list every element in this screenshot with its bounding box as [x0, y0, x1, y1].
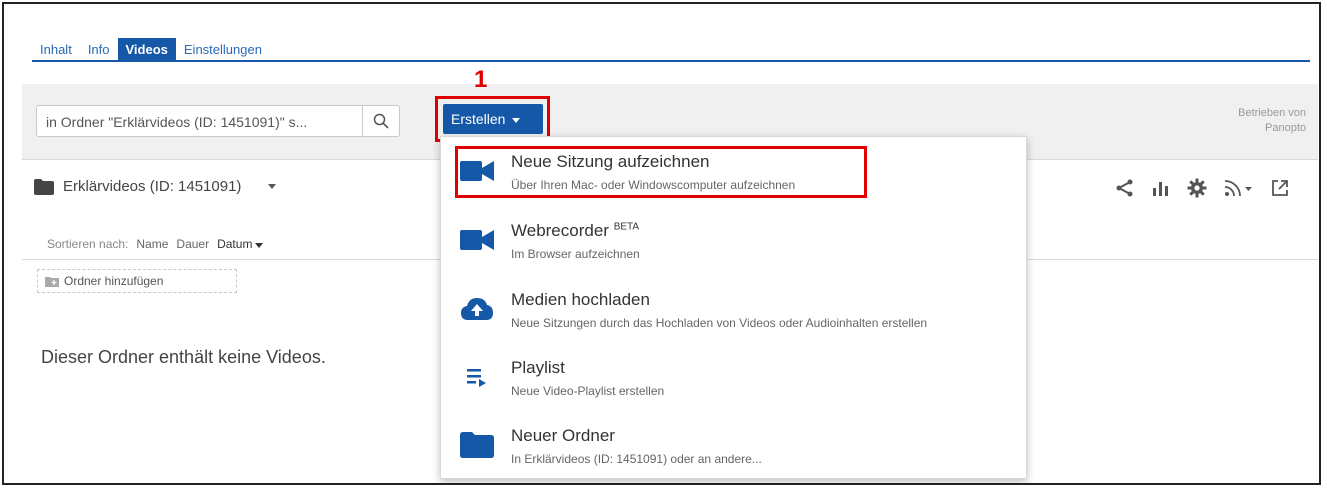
create-button[interactable]: Erstellen — [443, 104, 543, 134]
menu-item-title: Medien hochladen — [511, 290, 650, 309]
rss-icon[interactable] — [1224, 179, 1254, 197]
annotation-box-2 — [455, 146, 867, 198]
panopto-window: Inhalt Info Videos Einstellungen in Ordn… — [2, 2, 1321, 485]
annotation-number-1: 1 — [474, 66, 488, 93]
menu-item-webrecorder[interactable]: Webrecorder BETA Im Browser aufzeichnen — [441, 206, 1026, 272]
chevron-down-icon — [512, 117, 521, 123]
empty-message: Dieser Ordner enthält keine Videos. — [41, 347, 326, 367]
search-button[interactable] — [362, 106, 399, 136]
menu-item-subtitle: Neue Video-Playlist erstellen — [511, 384, 665, 398]
stats-icon[interactable] — [1152, 179, 1170, 197]
sort-desc-icon — [255, 243, 264, 248]
folder-actions — [1115, 178, 1289, 198]
menu-item-title: Webrecorder BETA — [511, 221, 639, 241]
chevron-down-icon — [268, 184, 277, 189]
tab-einstellungen[interactable]: Einstellungen — [176, 38, 270, 62]
tab-info[interactable]: Info — [80, 38, 118, 62]
sort-by-duration[interactable]: Dauer — [176, 237, 209, 251]
search-input[interactable]: in Ordner "Erklärvideos (ID: 1451091)" s… — [36, 105, 400, 137]
webrecorder-title: Webrecorder — [511, 221, 609, 240]
add-folder-icon — [45, 276, 59, 287]
search-input-value: in Ordner "Erklärvideos (ID: 1451091)" s… — [46, 114, 308, 130]
cloud-upload-icon — [459, 295, 495, 323]
folder-name: Erklärvideos (ID: 1451091) — [63, 178, 242, 195]
powered-by-line1: Betrieben von — [1238, 107, 1306, 119]
menu-item-upload-media[interactable]: Medien hochladen Neue Sitzungen durch da… — [441, 275, 1026, 341]
powered-by: Betrieben von Panopto — [1238, 106, 1306, 136]
tab-videos[interactable]: Videos — [117, 38, 176, 62]
folder-selector[interactable]: Erklärvideos (ID: 1451091) — [34, 178, 277, 195]
tab-underline — [32, 60, 1310, 62]
menu-item-subtitle: Im Browser aufzeichnen — [511, 247, 640, 261]
gear-icon[interactable] — [1187, 178, 1207, 198]
menu-item-new-folder[interactable]: Neuer Ordner In Erklärvideos (ID: 145109… — [441, 411, 1026, 477]
share-icon[interactable] — [1115, 178, 1135, 198]
sort-by-name[interactable]: Name — [136, 237, 168, 251]
tab-inhalt[interactable]: Inhalt — [32, 38, 80, 62]
sort-label: Sortieren nach: — [47, 237, 129, 251]
sort-by-date[interactable]: Datum — [217, 237, 264, 251]
menu-item-subtitle: Neue Sitzungen durch das Hochladen von V… — [511, 316, 928, 330]
sort-by-date-label: Datum — [217, 237, 253, 251]
folder-icon — [34, 178, 54, 195]
tab-bar: Inhalt Info Videos Einstellungen — [32, 38, 270, 62]
menu-item-subtitle: In Erklärvideos (ID: 1451091) oder an an… — [511, 452, 762, 466]
beta-badge: BETA — [613, 221, 640, 233]
menu-item-title: Playlist — [511, 358, 565, 377]
powered-by-line2: Panopto — [1265, 122, 1306, 134]
external-link-icon[interactable] — [1271, 179, 1289, 197]
playlist-icon — [459, 363, 495, 391]
folder-icon — [459, 431, 495, 459]
add-folder-label: Ordner hinzufügen — [64, 274, 164, 288]
add-folder-button[interactable]: Ordner hinzufügen — [37, 269, 237, 293]
search-icon — [373, 113, 389, 129]
video-camera-icon — [459, 226, 495, 254]
menu-item-title: Neuer Ordner — [511, 426, 615, 445]
menu-item-playlist[interactable]: Playlist Neue Video-Playlist erstellen — [441, 343, 1026, 409]
sort-bar: Sortieren nach: Name Dauer Datum — [47, 237, 264, 251]
create-button-label: Erstellen — [451, 111, 506, 127]
